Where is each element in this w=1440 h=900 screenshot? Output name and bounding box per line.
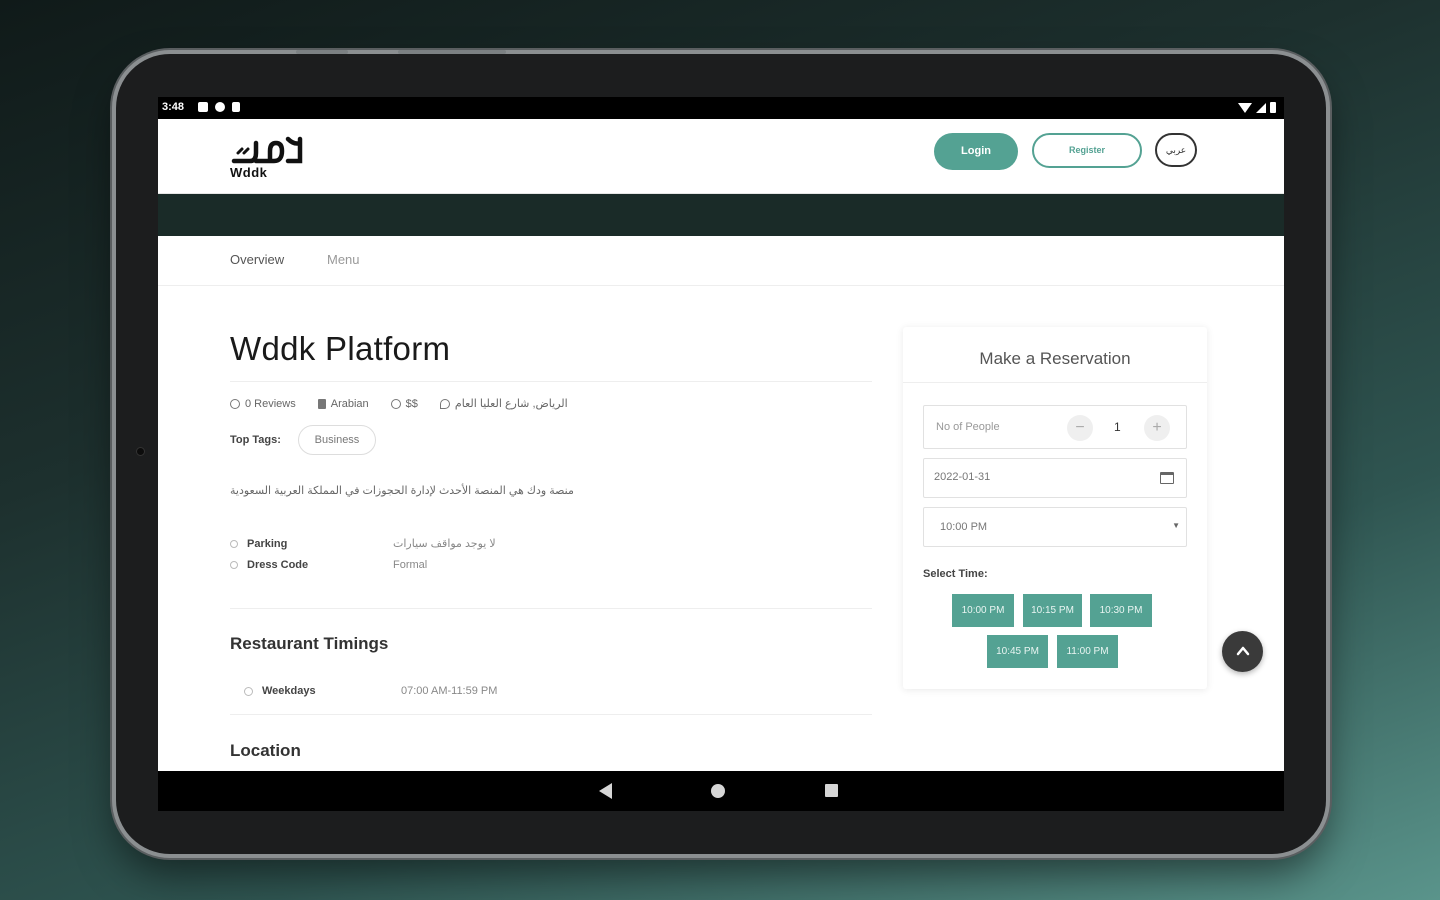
chevron-down-icon: ▼ (1172, 521, 1180, 530)
date-value: 2022-01-31 (934, 471, 991, 483)
people-placeholder: No of People (936, 421, 1000, 433)
timings-heading: Restaurant Timings (230, 634, 389, 653)
logo-text: Wddk (230, 165, 268, 180)
power-button (398, 50, 506, 54)
location-heading: Location (230, 741, 301, 760)
cuisine-icon (317, 398, 326, 409)
app-icon (215, 102, 225, 112)
tag-chip[interactable]: Business (298, 425, 376, 455)
info-row-parking: Parking لا يوجد مواقف سيارات (230, 537, 496, 550)
site-header: Wddk Login Register عربي (158, 119, 1284, 194)
clock-icon (244, 686, 253, 696)
date-field[interactable]: 2022-01-31 (923, 458, 1187, 498)
battery-icon (1270, 102, 1276, 113)
divider (903, 382, 1207, 383)
people-count: 1 (1114, 420, 1121, 434)
restaurant-meta: 0 Reviews Arabian $$ الرياض, شارع العليا… (230, 397, 568, 410)
time-slot-button[interactable]: 10:30 PM (1090, 594, 1152, 627)
hero-band (158, 194, 1284, 236)
dress-code-icon (230, 561, 238, 569)
login-button[interactable]: Login (934, 133, 1018, 170)
top-tags-label: Top Tags: (230, 434, 281, 446)
comment-icon (230, 398, 240, 409)
timing-row: Weekdays 07:00 AM-11:59 PM (244, 685, 497, 697)
divider (230, 608, 872, 609)
reviews-count[interactable]: 0 Reviews (245, 398, 296, 410)
divider (230, 381, 872, 382)
chevron-up-icon (1236, 646, 1249, 656)
volume-button (296, 50, 348, 54)
select-time-label: Select Time: (923, 568, 988, 580)
reservation-title: Make a Reservation (979, 349, 1131, 368)
page-title: Wddk Platform (230, 330, 451, 367)
recent-apps-icon[interactable] (825, 784, 838, 797)
parking-icon (230, 539, 238, 548)
back-icon[interactable] (599, 783, 612, 799)
info-label: Dress Code (247, 559, 309, 571)
scroll-to-top-button[interactable] (1222, 631, 1263, 672)
info-row-dress-code: Dress Code Formal (230, 559, 427, 571)
money-icon (390, 398, 401, 409)
register-button[interactable]: Register (1032, 133, 1142, 168)
increase-people-button[interactable]: + (1144, 415, 1170, 441)
calendar-icon[interactable] (1160, 472, 1174, 484)
notification-icon (198, 102, 208, 112)
status-bar: 3:48 (158, 97, 1284, 119)
device-screen: 3:48 Wddk Login Register عربي Overview M… (158, 97, 1284, 811)
time-slot-button[interactable]: 10:45 PM (987, 635, 1048, 668)
reservation-card: Make a Reservation No of People − 1 + 20… (903, 327, 1207, 689)
time-select[interactable]: 10:00 PM ▼ (923, 507, 1187, 547)
time-slot-button[interactable]: 10:00 PM (952, 594, 1014, 627)
timing-value: 07:00 AM-11:59 PM (401, 685, 498, 697)
time-slot-button[interactable]: 11:00 PM (1057, 635, 1118, 668)
language-toggle-button[interactable]: عربي (1155, 133, 1197, 167)
price-level: $$ (405, 397, 418, 410)
divider (230, 714, 872, 715)
android-nav-bar (158, 771, 1284, 811)
front-camera (136, 447, 145, 456)
tab-overview[interactable]: Overview (230, 252, 284, 267)
timing-label: Weekdays (262, 685, 316, 697)
cuisine-label: Arabian (330, 397, 369, 410)
info-value: لا يوجد مواقف سيارات (393, 538, 496, 550)
home-icon[interactable] (711, 784, 725, 798)
status-time: 3:48 (162, 101, 185, 113)
time-value: 10:00 PM (940, 521, 988, 533)
tab-bar: Overview Menu (158, 236, 1284, 286)
signal-icon (1256, 103, 1266, 113)
tab-menu[interactable]: Menu (327, 252, 360, 267)
web-app: Wddk Login Register عربي Overview Menu W… (158, 119, 1284, 771)
decrease-people-button[interactable]: − (1067, 415, 1093, 441)
sd-card-icon (232, 102, 240, 112)
info-value: Formal (393, 559, 428, 571)
location-address: الرياض, شارع العليا العام (454, 398, 568, 410)
restaurant-description: منصة ودك هي المنصة الأحدث لإدارة الحجوزا… (230, 485, 574, 497)
time-slot-button[interactable]: 10:15 PM (1023, 594, 1082, 627)
location-pin-icon (439, 398, 450, 409)
info-label: Parking (247, 537, 288, 550)
people-stepper: No of People − 1 + (923, 405, 1187, 449)
wifi-icon (1238, 103, 1252, 113)
